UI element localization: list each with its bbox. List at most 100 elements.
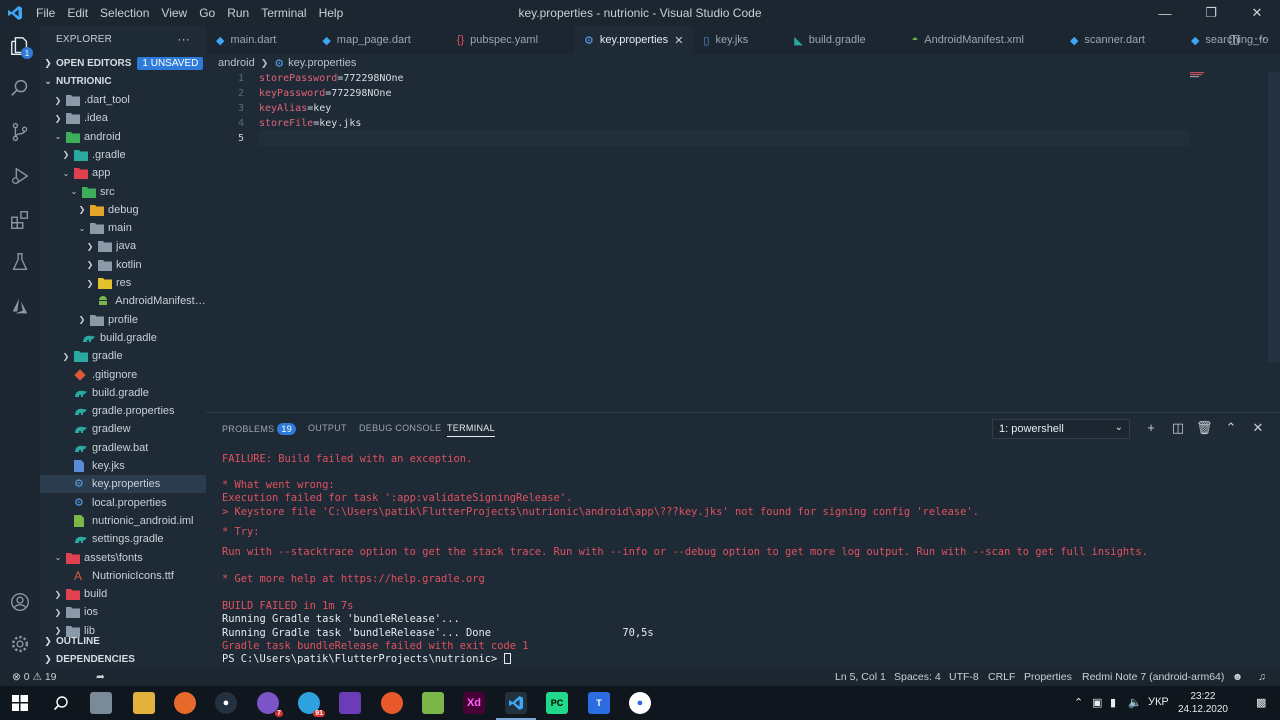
- tree-item[interactable]: nutrionic_android.iml: [40, 512, 206, 530]
- tree-item[interactable]: ⚙ key.properties: [40, 475, 206, 494]
- tree-item[interactable]: gradle.properties: [40, 402, 206, 420]
- manage-gear-icon[interactable]: [0, 624, 40, 664]
- indentation[interactable]: Spaces: 4: [894, 671, 941, 683]
- tree-item[interactable]: ❯ res: [40, 274, 206, 292]
- menu-run[interactable]: Run: [221, 6, 255, 20]
- menu-terminal[interactable]: Terminal: [255, 6, 312, 20]
- steam-icon[interactable]: ●: [215, 692, 237, 714]
- tree-item[interactable]: ⌄ src: [40, 183, 206, 201]
- split-editor-icon[interactable]: ◫: [1229, 32, 1240, 46]
- action-center-icon[interactable]: ▩: [1256, 696, 1266, 709]
- outline-section[interactable]: ❯ OUTLINE: [40, 632, 206, 650]
- close-window-icon[interactable]: ✕: [1234, 0, 1280, 26]
- tree-item[interactable]: ⌄ android: [40, 128, 206, 146]
- menu-selection[interactable]: Selection: [94, 6, 155, 20]
- end-of-line[interactable]: CRLF: [988, 671, 1015, 683]
- keyboard-language[interactable]: УКР: [1148, 696, 1169, 708]
- tree-item[interactable]: ❯ .gradle: [40, 146, 206, 164]
- editor-tab[interactable]: ◆ map_page.dart: [312, 26, 446, 54]
- tree-item[interactable]: ❯ profile: [40, 311, 206, 329]
- breadcrumb-folder[interactable]: android: [218, 57, 255, 69]
- tree-item[interactable]: ⌄ app: [40, 164, 206, 182]
- flutter-device[interactable]: Redmi Note 7 (android-arm64): [1082, 671, 1224, 683]
- volume-icon[interactable]: 🔈: [1128, 696, 1142, 709]
- tree-item[interactable]: ❯ .idea: [40, 109, 206, 127]
- azure-icon[interactable]: [0, 286, 40, 326]
- firefox-icon[interactable]: [174, 692, 196, 714]
- menu-help[interactable]: Help: [313, 6, 350, 20]
- postman-icon[interactable]: [381, 692, 403, 714]
- viber-icon[interactable]: 7: [257, 692, 283, 717]
- minimap[interactable]: [1190, 72, 1208, 78]
- adobe-xd-icon[interactable]: Xd: [463, 692, 485, 714]
- extensions-icon[interactable]: [0, 200, 40, 240]
- clock[interactable]: 23:22 24.12.2020: [1178, 690, 1228, 716]
- open-editors-section[interactable]: ❯ OPEN EDITORS 1 UNSAVED: [40, 54, 206, 72]
- tree-item[interactable]: ❯ debug: [40, 201, 206, 219]
- close-tab-icon[interactable]: ✕: [674, 34, 683, 47]
- source-control-icon[interactable]: [0, 112, 40, 152]
- tree-item[interactable]: ❯ gradle: [40, 347, 206, 365]
- tree-item[interactable]: ❯ java: [40, 237, 206, 255]
- vscode-taskbar-icon[interactable]: [496, 692, 536, 720]
- menu-file[interactable]: File: [30, 6, 61, 20]
- tree-item[interactable]: gradlew: [40, 420, 206, 438]
- language-mode[interactable]: Properties: [1024, 671, 1072, 683]
- dependencies-section[interactable]: ❯ DEPENDENCIES: [40, 650, 206, 668]
- feedback-icon[interactable]: ☻: [1232, 671, 1243, 683]
- tab-debug-console[interactable]: DEBUG CONSOLE: [359, 423, 441, 433]
- tree-item[interactable]: build.gradle: [40, 329, 206, 347]
- breadcrumb-file[interactable]: key.properties: [288, 57, 356, 69]
- maximize-panel-chevron-up-icon[interactable]: ⌃: [1223, 420, 1239, 436]
- network-icon[interactable]: ▣: [1092, 696, 1102, 709]
- tree-item[interactable]: gradlew.bat: [40, 439, 206, 457]
- jetbrains-toolbox-icon[interactable]: T: [588, 692, 610, 714]
- close-panel-icon[interactable]: ✕: [1250, 420, 1266, 436]
- file-explorer-icon[interactable]: [133, 692, 155, 714]
- tray-chevron-up-icon[interactable]: ⌃: [1074, 696, 1083, 709]
- editor-tab[interactable]: ◆ main.dart: [206, 26, 312, 54]
- editor-tab[interactable]: ◣ build.gradle: [784, 26, 901, 54]
- kill-terminal-trash-icon[interactable]: 🗑: [1196, 420, 1213, 436]
- tree-item[interactable]: AndroidManifest....: [40, 292, 206, 310]
- menu-edit[interactable]: Edit: [61, 6, 94, 20]
- tree-item[interactable]: key.jks: [40, 457, 206, 475]
- search-icon[interactable]: [0, 68, 40, 108]
- menu-view[interactable]: View: [155, 6, 193, 20]
- task-view-icon[interactable]: [90, 692, 112, 714]
- tree-item[interactable]: ❯ ios: [40, 603, 206, 621]
- more-actions-icon[interactable]: ···: [177, 32, 190, 46]
- tab-output[interactable]: OUTPUT: [308, 423, 347, 433]
- tree-item[interactable]: A NutrionicIcons.ttf: [40, 567, 206, 585]
- problems-status[interactable]: ⊗ 0 ⚠ 19: [12, 671, 57, 683]
- editor-scrollbar[interactable]: [1268, 72, 1280, 362]
- new-terminal-icon[interactable]: +: [1143, 420, 1159, 435]
- app-icon[interactable]: ●: [629, 692, 651, 714]
- tree-item[interactable]: build.gradle: [40, 384, 206, 402]
- visual-studio-icon[interactable]: [339, 692, 361, 714]
- tree-item[interactable]: settings.gradle: [40, 530, 206, 548]
- tree-item[interactable]: ⌄ assets\fonts: [40, 549, 206, 567]
- windows-start-icon[interactable]: [9, 692, 31, 714]
- editor-more-icon[interactable]: ···: [1254, 31, 1266, 45]
- editor-tab[interactable]: {} pubspec.yaml: [447, 26, 574, 54]
- encoding[interactable]: UTF-8: [949, 671, 979, 683]
- battery-icon[interactable]: ▮: [1110, 696, 1116, 709]
- live-share-icon[interactable]: ➦: [96, 671, 105, 683]
- tree-item[interactable]: ⚙ local.properties: [40, 494, 206, 512]
- cursor-position[interactable]: Ln 5, Col 1: [835, 671, 886, 683]
- menu-go[interactable]: Go: [193, 6, 221, 20]
- restore-icon[interactable]: ❐: [1188, 0, 1234, 26]
- taskbar-search-icon[interactable]: [50, 692, 72, 714]
- tree-item[interactable]: ❯ kotlin: [40, 256, 206, 274]
- tree-item[interactable]: ⌄ main: [40, 219, 206, 237]
- tree-item[interactable]: .gitignore: [40, 366, 206, 384]
- workspace-root-section[interactable]: ⌄ NUTRIONIC: [40, 72, 206, 90]
- editor-tab[interactable]: ◓ AndroidManifest.xml: [902, 26, 1060, 54]
- tab-terminal[interactable]: TERMINAL: [447, 423, 495, 437]
- pycharm-icon[interactable]: PC: [546, 692, 568, 714]
- explorer-icon[interactable]: 1: [0, 26, 40, 66]
- editor-tab[interactable]: ▯ key.jks: [693, 26, 784, 54]
- editor-tab[interactable]: ◆ scanner.dart: [1060, 26, 1181, 54]
- tree-item[interactable]: ❯ build: [40, 585, 206, 603]
